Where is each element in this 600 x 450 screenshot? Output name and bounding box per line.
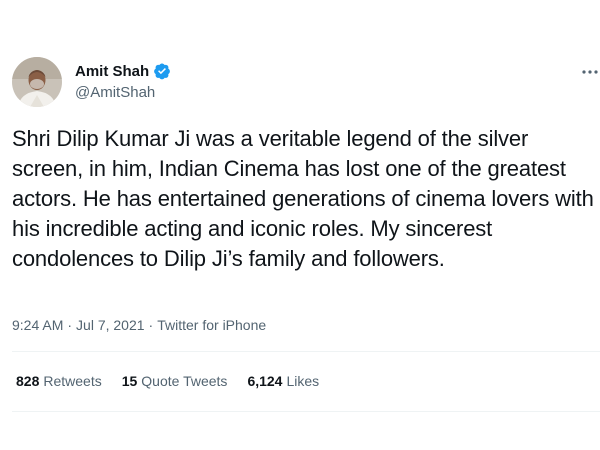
likes-stat[interactable]: 6,124 Likes [247,373,319,389]
tweet-date[interactable]: Jul 7, 2021 [76,317,145,333]
engagement-stats: 828 Retweets 15 Quote Tweets 6,124 Likes [16,373,319,389]
divider [12,411,600,412]
verified-badge-icon [153,62,171,80]
author-name[interactable]: Amit Shah [75,63,149,80]
more-horizontal-icon[interactable] [578,62,600,82]
tweet-time[interactable]: 9:24 AM [12,317,63,333]
tweet-meta: 9:24 AM · Jul 7, 2021 · Twitter for iPho… [12,317,266,333]
quote-tweets-label: Quote Tweets [141,373,228,389]
tweet-source[interactable]: Twitter for iPhone [157,317,266,333]
likes-count: 6,124 [247,373,283,389]
meta-separator: · [148,317,154,333]
retweets-label: Retweets [43,373,102,389]
likes-label: Likes [286,373,320,389]
quote-tweets-stat[interactable]: 15 Quote Tweets [122,373,228,389]
retweets-stat[interactable]: 828 Retweets [16,373,102,389]
avatar[interactable] [12,57,62,107]
quote-tweets-count: 15 [121,373,138,389]
retweets-count: 828 [16,373,40,389]
tweet-card: Amit Shah @AmitShah Shri Dilip Kumar Ji … [0,0,600,450]
divider [12,351,600,352]
meta-separator: · [67,317,73,333]
author-handle[interactable]: @AmitShah [75,84,155,101]
tweet-text: Shri Dilip Kumar Ji was a veritable lege… [12,126,594,271]
